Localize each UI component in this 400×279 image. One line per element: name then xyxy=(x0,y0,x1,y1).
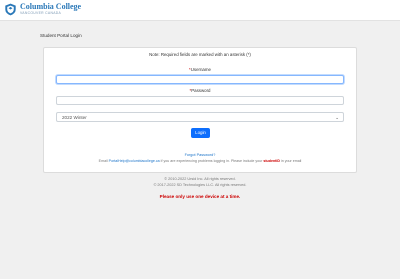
help-email-link[interactable]: PortalHelp@columbiacollege.ca xyxy=(109,159,160,163)
username-label: *Username xyxy=(44,67,356,72)
copyright-line-1: © 2010-2022 Ursid Inc. All rights reserv… xyxy=(164,177,236,181)
columbia-college-logo-icon xyxy=(5,3,16,16)
chevron-down-icon: ⌄ xyxy=(335,115,339,120)
page-title: Student Portal Login xyxy=(40,33,82,38)
help-student-id: studentID xyxy=(263,159,280,163)
device-warning: Please only use one device at a time. xyxy=(159,194,241,199)
help-prefix: Email xyxy=(98,159,108,163)
term-select-value: 2022 Winter xyxy=(62,115,87,120)
help-suffix: in your email xyxy=(280,159,302,163)
term-select[interactable]: 2022 Winter ⌄ xyxy=(56,112,344,122)
copyright-line-2: © 2017-2022 SD Technologies LLC. All rig… xyxy=(153,183,247,187)
username-label-text: Username xyxy=(190,67,211,72)
brand-logo[interactable]: Columbia College VANCOUVER CANADA xyxy=(4,3,81,16)
login-button[interactable]: Login xyxy=(191,128,210,138)
password-label-text: Password xyxy=(191,88,211,93)
top-header: Columbia College VANCOUVER CANADA xyxy=(0,0,400,21)
password-label: *Password xyxy=(44,88,356,93)
login-panel: Note: Required fields are marked with an… xyxy=(43,47,357,173)
required-note: Note: Required fields are marked with an… xyxy=(149,52,251,57)
forgot-password-link[interactable]: Forgot Password? xyxy=(44,153,356,157)
help-text: Email PortalHelp@columbiacollege.ca if y… xyxy=(44,159,356,163)
username-input[interactable] xyxy=(56,75,344,84)
brand-tagline: VANCOUVER CANADA xyxy=(20,11,62,15)
brand-name: Columbia College xyxy=(20,2,82,11)
help-middle: if you are experiencing problems logging… xyxy=(160,159,263,163)
password-input[interactable] xyxy=(56,96,344,105)
